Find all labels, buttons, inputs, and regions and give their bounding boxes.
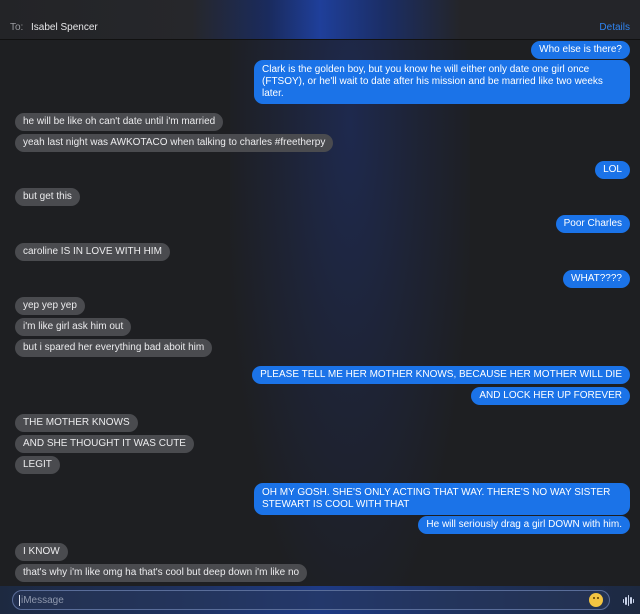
message-bubble-incoming: that's why i'm like omg ha that's cool b… [15,564,308,582]
to-label: To: [10,22,24,33]
details-button[interactable]: Details [599,22,630,33]
message-bubble-incoming: caroline IS IN LOVE WITH HIM [15,243,170,261]
message-bubble-incoming: I KNOW [15,543,68,561]
message-bubble-outgoing: AND LOCK HER UP FOREVER [471,387,630,405]
message-bubble-incoming: but i spared her everything bad aboit hi… [15,339,213,357]
message-input[interactable]: iMessage [12,590,610,610]
message-bubble-incoming: i'm like girl ask him out [15,318,132,336]
audio-waveform-icon[interactable] [622,595,634,606]
message-bubble-incoming: AND SHE THOUGHT IT WAS CUTE [15,435,194,453]
message-bubble-incoming: THE MOTHER KNOWS [15,414,138,432]
conversation-header: To: Isabel Spencer Details [0,0,640,40]
message-bubble-incoming: yep yep yep [15,297,85,315]
message-bubble-outgoing: Who else is there? [531,41,630,59]
message-bubble-outgoing: WHAT???? [563,270,630,288]
message-bubble-outgoing: Poor Charles [555,215,630,233]
message-bubble-outgoing: He will seriously drag a girl DOWN with … [418,516,630,534]
emoji-icon[interactable] [589,593,603,607]
message-bubble-outgoing: OH MY GOSH. SHE'S ONLY ACTING THAT WAY. … [254,483,630,515]
message-bubble-incoming: but get this [15,188,80,206]
text-caret [19,595,20,606]
message-bubble-outgoing: LOL [595,161,630,179]
message-bubble-incoming: LEGIT [15,456,60,474]
recipient-name[interactable]: Isabel Spencer [31,22,98,33]
message-bubble-outgoing: Clark is the golden boy, but you know he… [254,60,630,104]
message-bubble-outgoing: PLEASE TELL ME HER MOTHER KNOWS, BECAUSE… [252,366,630,384]
message-bubble-incoming: yeah last night was AWKOTACO when talkin… [15,134,334,152]
message-bubble-incoming: he will be like oh can't date until i'm … [15,113,224,131]
message-composer: iMessage [0,586,640,614]
message-input-placeholder: iMessage [21,595,64,606]
